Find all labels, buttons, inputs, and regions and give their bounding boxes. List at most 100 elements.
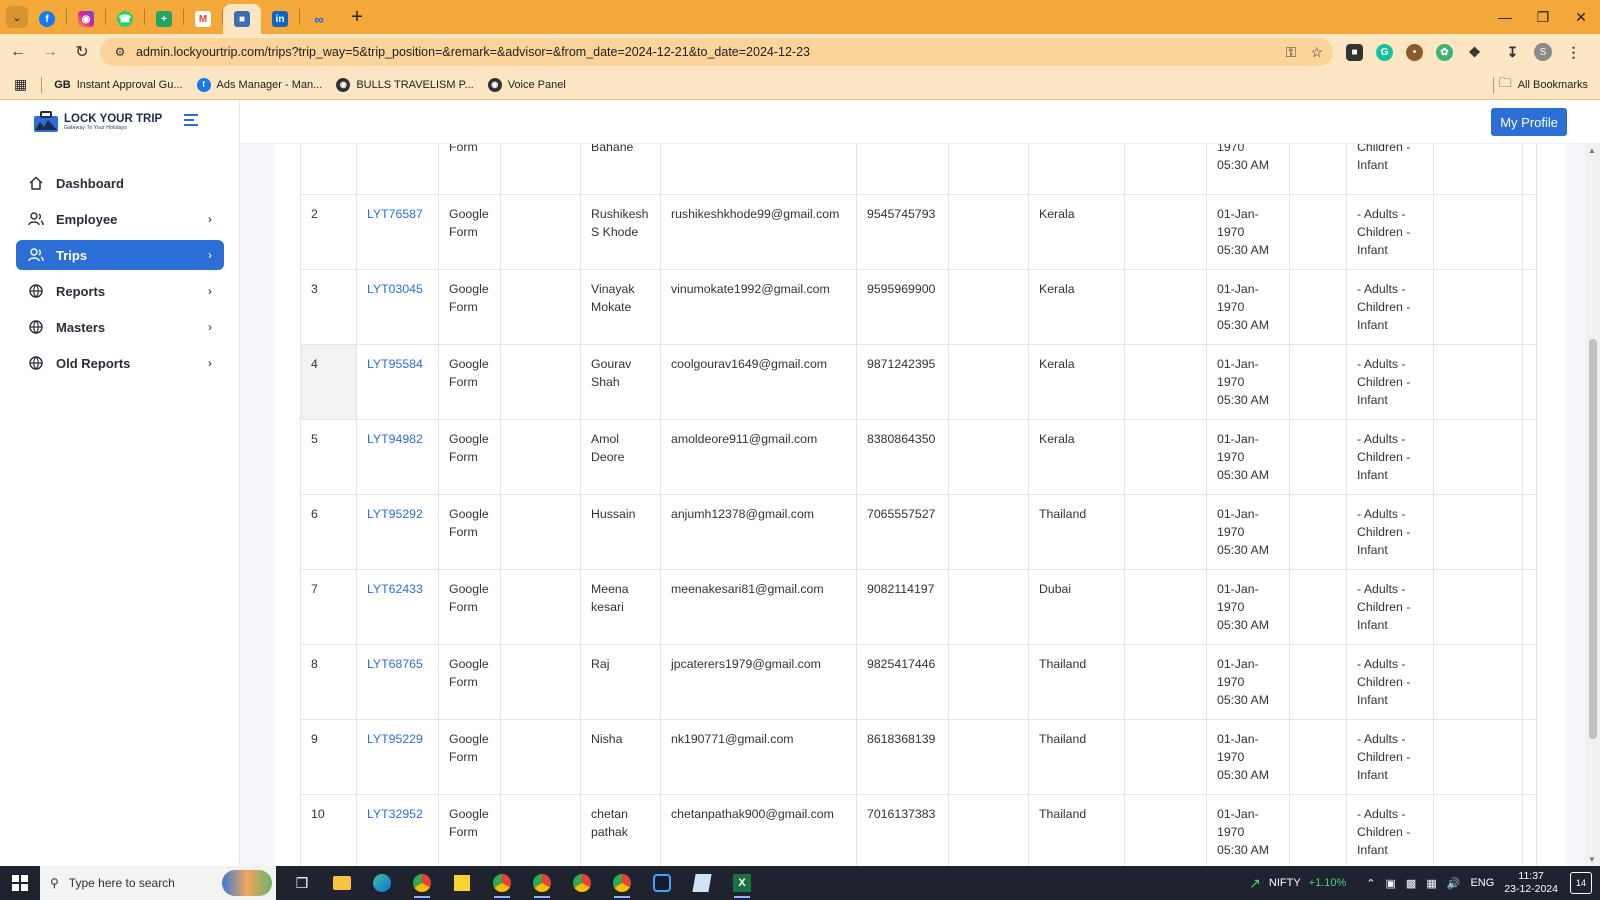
tab-gmail[interactable]: M — [184, 4, 222, 34]
grammarly-icon[interactable]: G — [1376, 43, 1393, 61]
chevron-up-icon[interactable]: ⌃ — [1366, 877, 1375, 890]
sidebar-item-old-reports[interactable]: Old Reports › — [16, 348, 224, 378]
back-icon[interactable]: ← — [4, 38, 32, 66]
volume-icon[interactable]: 🔊 — [1447, 877, 1461, 890]
url-text[interactable]: admin.lockyourtrip.com/trips?trip_way=5&… — [136, 45, 810, 59]
hamburger-menu-icon[interactable] — [184, 114, 198, 129]
customer-phone: 9545745793 — [856, 194, 949, 270]
logo[interactable]: LOCK YOUR TRIP Gateway To Your Holidays — [32, 110, 162, 134]
sidebar-item-reports[interactable]: Reports › — [16, 276, 224, 306]
minimize-icon[interactable]: — — [1486, 0, 1524, 34]
trip-code-link[interactable]: LYT95292 — [356, 494, 439, 570]
tab-facebook[interactable]: f — [28, 4, 66, 34]
stock-chart-icon: ↗ — [1249, 874, 1261, 891]
chrome-profile-5-icon[interactable] — [604, 866, 640, 900]
reload-icon[interactable]: ↻ — [68, 38, 96, 66]
bookmark-instant-approval[interactable]: GB Instant Approval Gu... — [54, 79, 182, 91]
site-info-icon[interactable]: ⚙ — [108, 45, 132, 59]
forward-icon[interactable]: → — [36, 38, 64, 66]
notepad-icon[interactable] — [684, 866, 720, 900]
chrome-profile-4-icon[interactable] — [564, 866, 600, 900]
my-profile-button[interactable]: My Profile — [1491, 108, 1567, 136]
globe-icon — [28, 283, 44, 299]
tab-linkedin[interactable]: in — [261, 4, 299, 34]
row-number: 9 — [300, 719, 357, 795]
globe-icon: ◉ — [487, 77, 502, 92]
bookmark-ads-manager[interactable]: f Ads Manager - Man... — [196, 77, 322, 92]
webex-icon[interactable] — [644, 866, 680, 900]
sidebar-item-employee[interactable]: Employee › — [16, 204, 224, 234]
trip-code-link[interactable]: LYT32952 — [356, 794, 439, 866]
nifty-widget[interactable]: ↗ NIFTY +1.10% — [1249, 875, 1346, 892]
trip-code-link[interactable]: LYT68765 — [356, 644, 439, 720]
chrome-profile-2-icon[interactable] — [484, 866, 520, 900]
trip-code-link[interactable]: LYT76587 — [356, 194, 439, 270]
edge-icon[interactable] — [364, 866, 400, 900]
tab-sheets[interactable]: + — [145, 4, 183, 34]
taskbar-clock[interactable]: 11:37 23-12-2024 — [1504, 870, 1558, 896]
all-bookmarks-button[interactable]: 🗀 All Bookmarks — [1499, 74, 1588, 96]
password-key-icon[interactable]: ⚿ — [1286, 44, 1297, 61]
language-indicator[interactable]: ENG — [1470, 877, 1494, 889]
more-menu-icon[interactable]: ⋮ — [1565, 44, 1582, 61]
trip-code-link[interactable]: LYT94982 — [356, 419, 439, 495]
profile-avatar[interactable]: S — [1534, 43, 1552, 61]
table-row: 5 LYT94982 Google Form Amol Deore amoldeore911… — [300, 419, 1537, 495]
table-row: 6 LYT95292 Google Form Hussain anjumh12378@gm… — [300, 494, 1537, 570]
cookie-icon[interactable]: • — [1406, 43, 1423, 61]
pax-details: - Adults - Children - Infant — [1346, 644, 1434, 720]
restore-icon[interactable]: ❐ — [1524, 0, 1562, 34]
scroll-up-icon[interactable]: ▲ — [1588, 146, 1596, 155]
bookmark-star-icon[interactable]: ☆ — [1310, 44, 1323, 61]
trip-code-link[interactable]: LYT95229 — [356, 719, 439, 795]
display-icon[interactable]: ▩ — [1406, 877, 1416, 890]
tab-whatsapp[interactable]: ☎ — [106, 4, 144, 34]
taskbar-search[interactable]: ⚲ Type here to search — [40, 866, 276, 900]
extension-icon[interactable]: ■ — [1346, 43, 1363, 61]
leaf-extension-icon[interactable]: ✿ — [1436, 43, 1453, 61]
trip-code-link[interactable]: LYT03045 — [356, 269, 439, 345]
tab-instagram[interactable]: ◉ — [67, 4, 105, 34]
extensions-puzzle-icon[interactable]: ❖ — [1466, 44, 1483, 61]
excel-icon[interactable]: X — [724, 866, 760, 900]
tab-meta[interactable]: ∞ — [300, 4, 338, 34]
pax-details: - Adults - Children - Infant — [1346, 269, 1434, 345]
table-row: 2 LYT76587 Google Form Rushikesh S Khode rushi… — [300, 194, 1537, 270]
network-icon[interactable]: ▣ — [1386, 877, 1396, 890]
page-scrollbar[interactable]: ▲ ▼ — [1585, 144, 1600, 866]
sidebar-item-masters[interactable]: Masters › — [16, 312, 224, 342]
chrome-profile-3-icon[interactable] — [524, 866, 560, 900]
close-icon[interactable]: ✕ — [1562, 0, 1600, 34]
task-view-icon[interactable]: ❒ — [284, 866, 320, 900]
sidebar-item-dashboard[interactable]: Dashboard — [16, 168, 224, 198]
lead-source: Google Form — [438, 194, 501, 270]
search-icon: ⚲ — [50, 876, 59, 890]
sticky-notes-icon[interactable] — [444, 866, 480, 900]
bookmark-bulls-travelism[interactable]: ◉ BULLS TRAVELISM P... — [336, 77, 474, 92]
chrome-icon[interactable] — [404, 866, 440, 900]
apps-grid-icon[interactable]: ▦ — [14, 76, 27, 93]
download-icon[interactable]: ↧ — [1504, 44, 1521, 61]
tab-search-button[interactable]: ⌄ — [6, 6, 28, 28]
chevron-right-icon: › — [208, 320, 212, 334]
address-bar[interactable]: ⚙ admin.lockyourtrip.com/trips?trip_way=… — [100, 38, 1333, 66]
scroll-down-icon[interactable]: ▼ — [1588, 855, 1596, 864]
sidebar-item-trips[interactable]: Trips › — [16, 240, 224, 270]
row-number: 7 — [300, 569, 357, 645]
row-number: 6 — [300, 494, 357, 570]
bookmark-voice-panel[interactable]: ◉ Voice Panel — [487, 77, 566, 92]
file-explorer-icon[interactable] — [324, 866, 360, 900]
notification-center-icon[interactable]: 14 — [1570, 872, 1592, 894]
search-highlight-image — [222, 870, 272, 896]
new-tab-button[interactable]: + — [344, 4, 370, 30]
scroll-thumb[interactable] — [1589, 339, 1597, 739]
travel-date: 01-Jan- 1970 05:30 AM — [1206, 719, 1290, 795]
trips-table: Form Bahane 1970 05:30 AM Children - Infan… — [300, 144, 1537, 866]
windows-start-icon[interactable] — [0, 866, 40, 900]
tab-lockyourtrip[interactable]: ■ — [223, 4, 261, 34]
input-method-icon[interactable]: ▦ — [1426, 877, 1436, 890]
customer-email: rushikeshkhode99@gmail.com — [660, 194, 857, 270]
trip-code-link[interactable]: LYT62433 — [356, 569, 439, 645]
customer-phone: 7065557527 — [856, 494, 949, 570]
trip-code-link[interactable]: LYT95584 — [356, 344, 439, 420]
